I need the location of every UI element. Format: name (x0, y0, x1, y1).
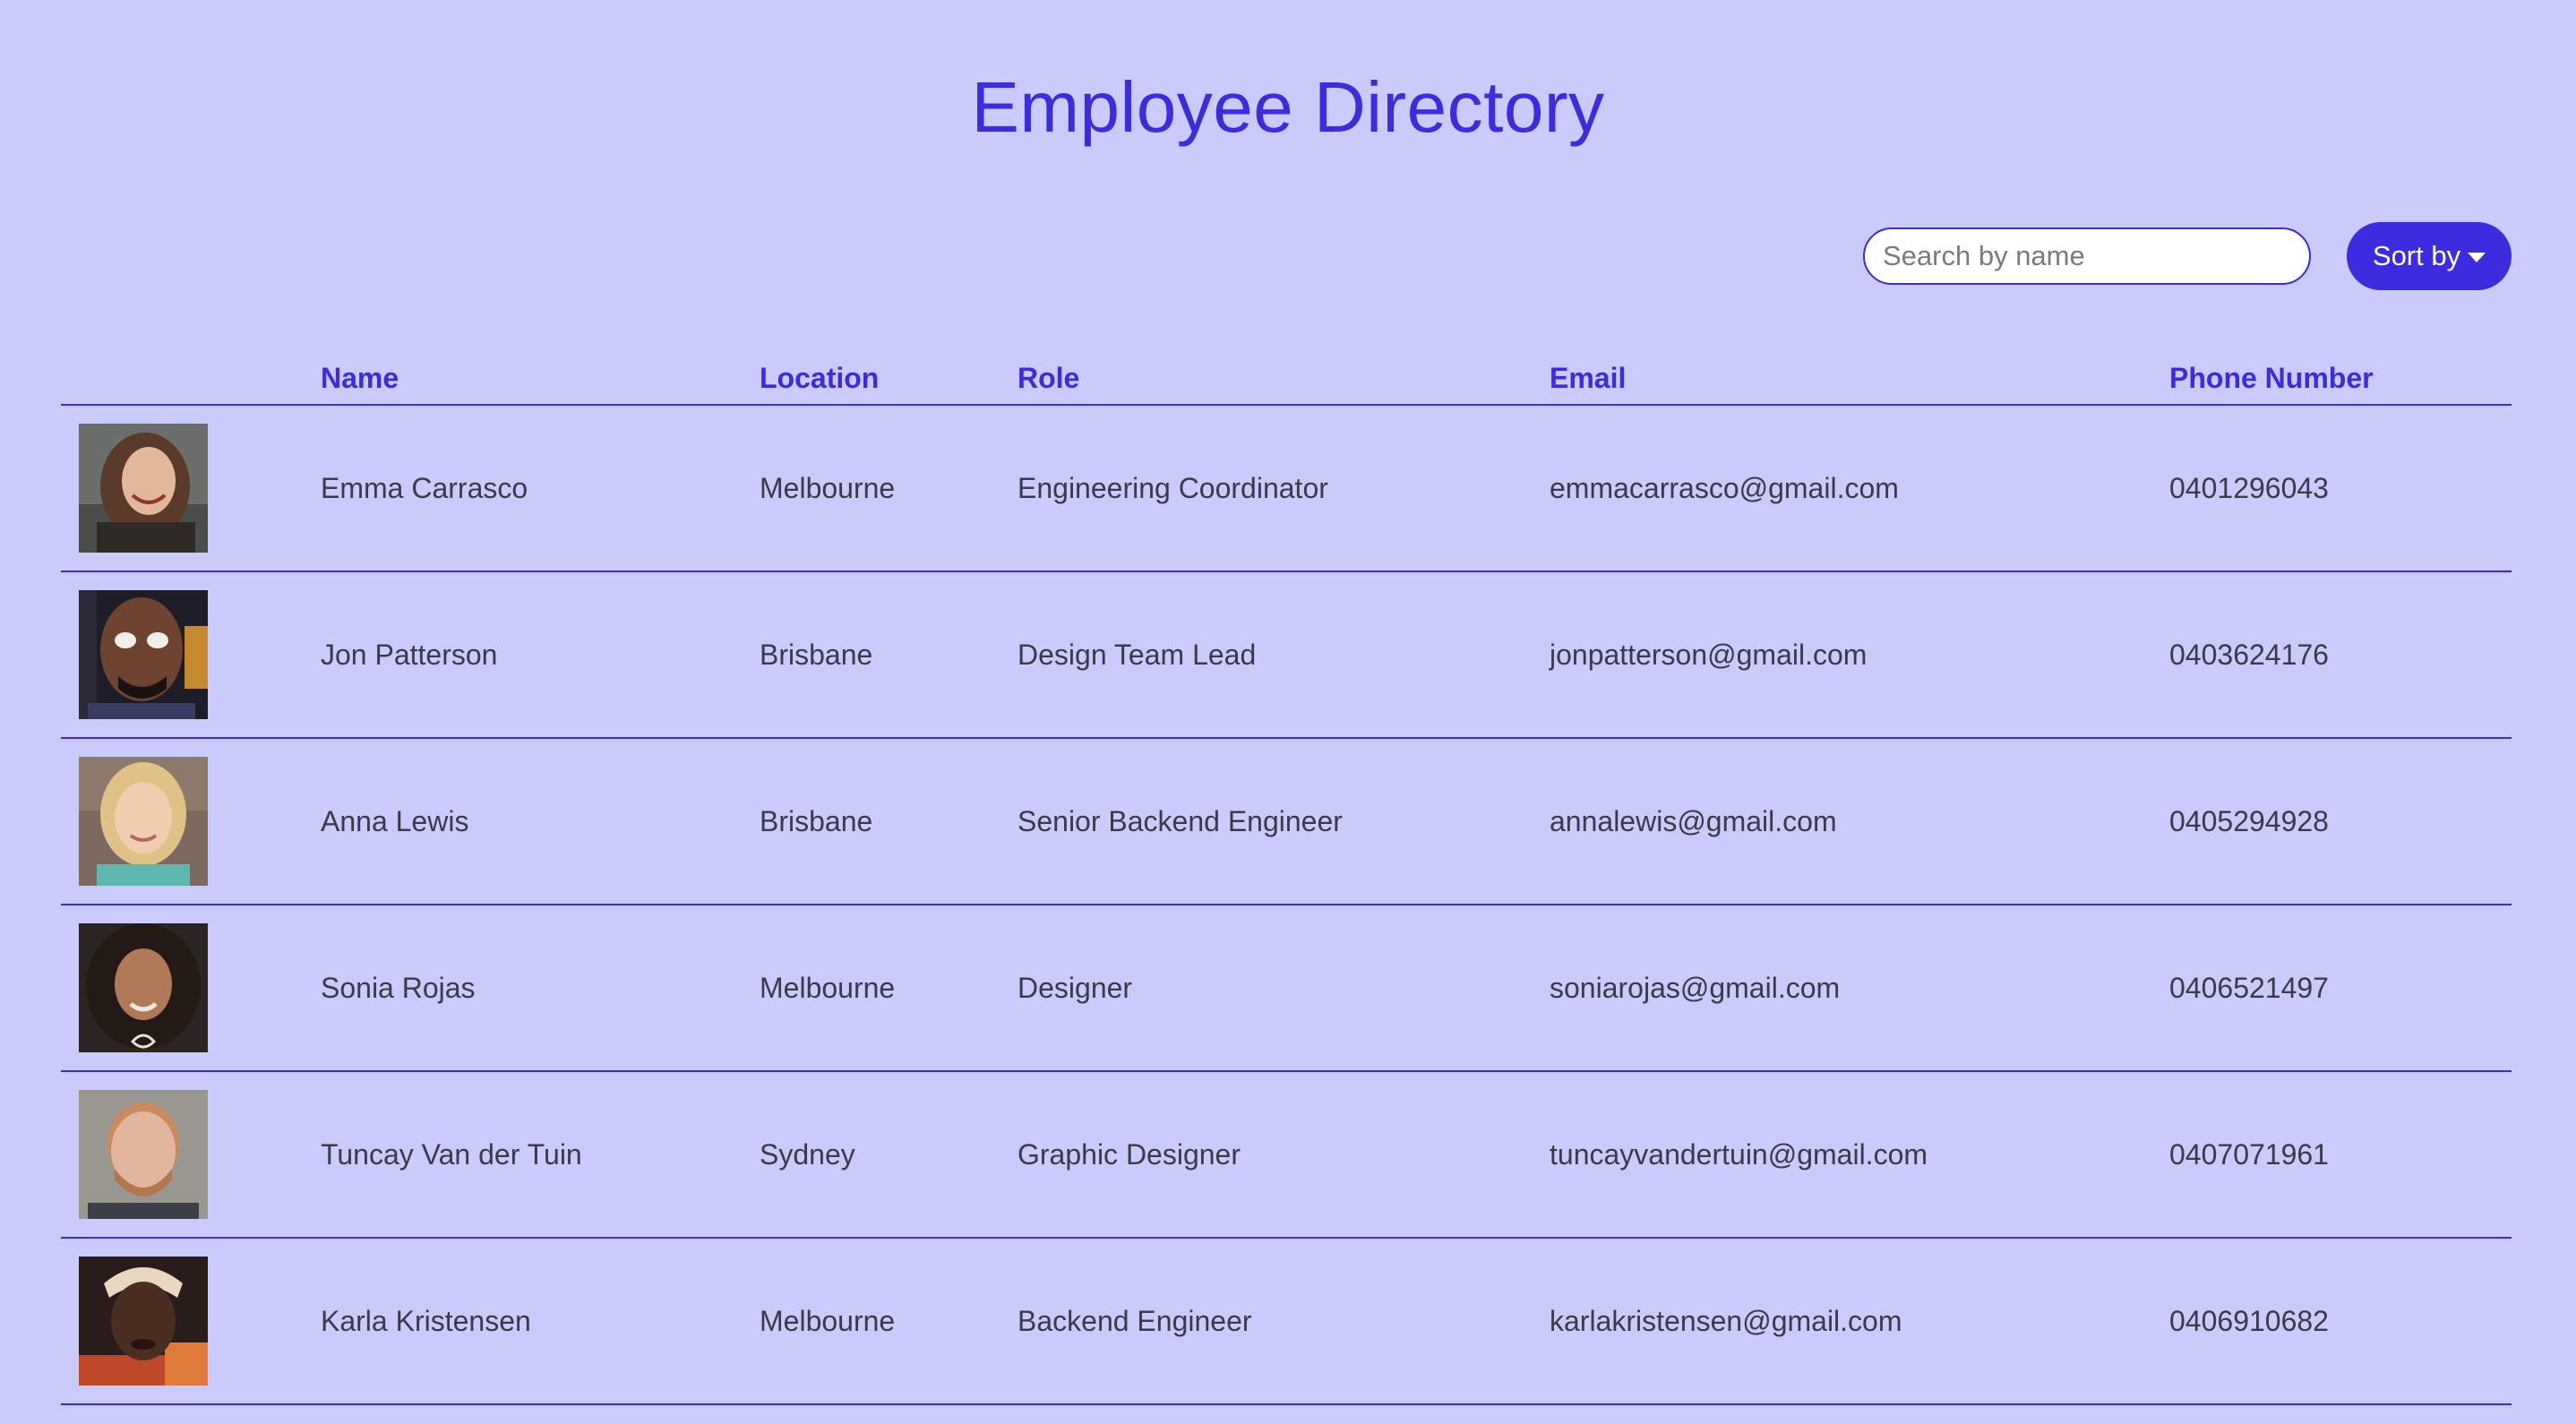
employee-phone: 0406521497 (2169, 971, 2329, 1004)
employee-role: Design Team Lead (1018, 638, 1257, 671)
employee-email: tuncayvandertuin@gmail.com (1550, 1137, 1928, 1171)
employee-phone: 0403624176 (2169, 638, 2329, 671)
employee-phone: 0401296043 (2169, 471, 2329, 504)
employee-location: Melbourne (760, 1304, 896, 1337)
table-row: Jon Patterson Brisbane Design Team Lead … (61, 572, 2512, 739)
table-row: Emma Carrasco Melbourne Engineering Coor… (61, 406, 2512, 572)
employee-role: Designer (1018, 971, 1133, 1004)
avatar (79, 424, 208, 553)
employee-email: emmacarrasco@gmail.com (1550, 471, 1899, 504)
table-row: Sonia Rojas Melbourne Designer soniaroja… (61, 905, 2512, 1072)
employee-role: Senior Backend Engineer (1018, 804, 1343, 837)
table-row: Anna Lewis Brisbane Senior Backend Engin… (61, 739, 2512, 905)
employee-location: Melbourne (760, 971, 896, 1004)
employee-name: Karla Kristensen (321, 1304, 531, 1337)
employee-location: Sydney (760, 1137, 855, 1171)
employee-phone: 0405294928 (2169, 804, 2329, 837)
employee-location: Brisbane (760, 804, 873, 837)
employee-table: Name Location Role Email Phone Number Em… (61, 346, 2512, 1405)
column-header-phone[interactable]: Phone Number (2169, 362, 2374, 395)
avatar (79, 1257, 208, 1385)
employee-name: Tuncay Van der Tuin (321, 1137, 582, 1171)
table-row: Karla Kristensen Melbourne Backend Engin… (61, 1239, 2512, 1405)
sort-by-label: Sort by (2372, 240, 2461, 271)
employee-email: annalewis@gmail.com (1550, 804, 1837, 837)
employee-phone: 0406910682 (2169, 1304, 2329, 1337)
column-header-role[interactable]: Role (1018, 362, 1079, 395)
avatar (79, 590, 208, 719)
employee-location: Brisbane (760, 638, 873, 671)
employee-email: karlakristensen@gmail.com (1550, 1304, 1902, 1337)
table-row: Tuncay Van der Tuin Sydney Graphic Desig… (61, 1072, 2512, 1239)
page-title: Employee Directory (971, 67, 1605, 147)
employee-phone: 0407071961 (2169, 1137, 2329, 1171)
avatar (79, 923, 208, 1052)
employee-role: Graphic Designer (1018, 1137, 1241, 1171)
sort-by-dropdown-button[interactable]: Sort by (2347, 222, 2512, 290)
employee-name: Jon Patterson (321, 638, 498, 671)
employee-location: Melbourne (760, 471, 896, 504)
employee-name: Emma Carrasco (321, 471, 528, 504)
employee-email: soniarojas@gmail.com (1550, 971, 1841, 1004)
caret-down-icon (2468, 252, 2486, 262)
employee-role: Backend Engineer (1018, 1304, 1252, 1337)
employee-name: Anna Lewis (321, 804, 469, 837)
employee-email: jonpatterson@gmail.com (1550, 638, 1868, 671)
search-input[interactable] (1863, 227, 2311, 285)
column-header-location[interactable]: Location (760, 362, 879, 395)
employee-role: Engineering Coordinator (1018, 471, 1328, 504)
column-header-email[interactable]: Email (1550, 362, 1626, 395)
table-header: Name Location Role Email Phone Number (61, 346, 2512, 406)
column-header-name[interactable]: Name (321, 362, 399, 395)
employee-name: Sonia Rojas (321, 971, 476, 1004)
avatar (79, 757, 208, 886)
employee-directory-page: Employee Directory Sort by Name Location… (0, 0, 2576, 1424)
avatar (79, 1090, 208, 1219)
